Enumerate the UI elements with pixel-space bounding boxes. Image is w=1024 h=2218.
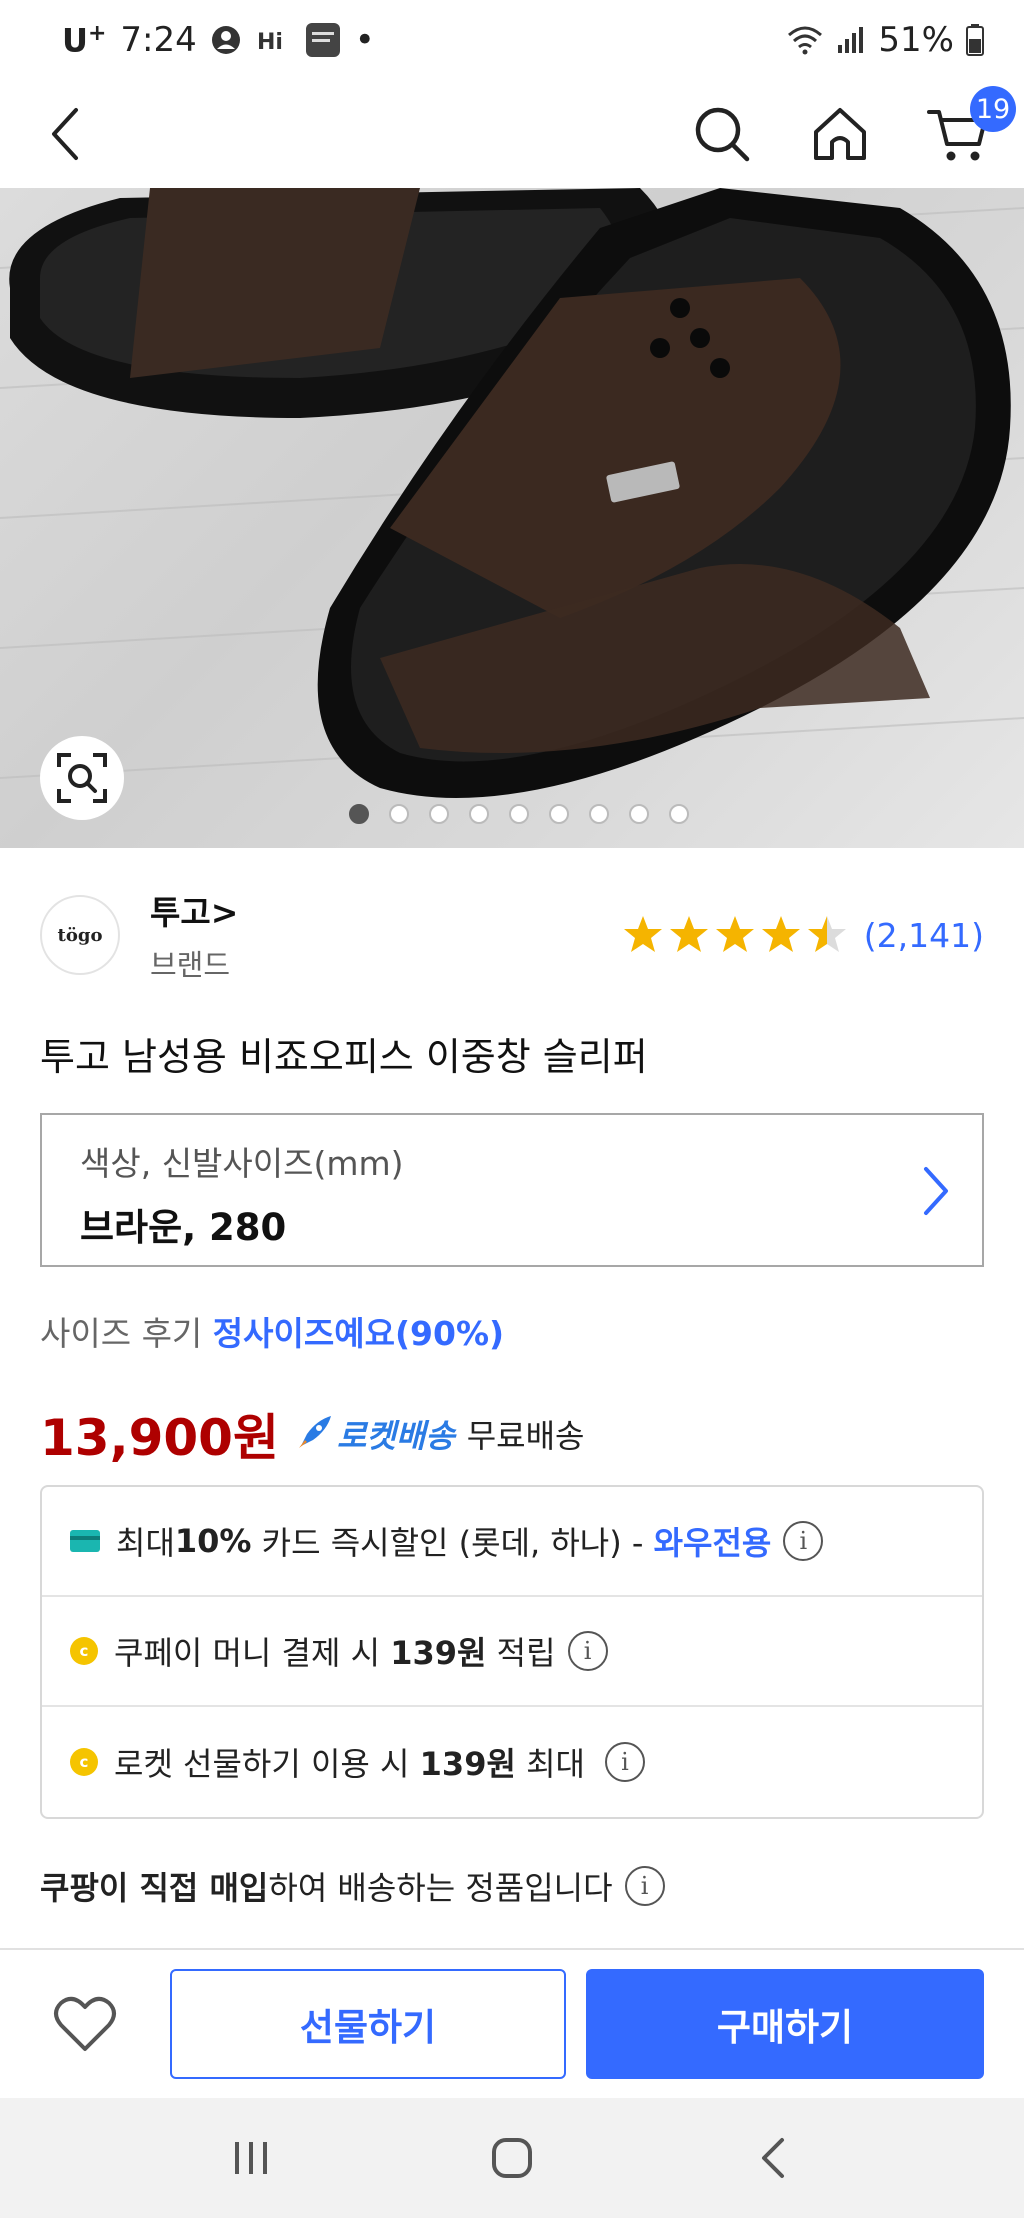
cart-count-badge: 19 xyxy=(970,86,1016,132)
review-count[interactable]: (2,141) xyxy=(864,916,984,955)
home-circle-icon xyxy=(491,2138,532,2178)
info-icon[interactable]: i xyxy=(624,1866,665,1906)
back-chevron-icon xyxy=(762,2138,785,2178)
buy-button[interactable]: 구매하기 xyxy=(586,1969,984,2079)
bottom-action-bar: 선물하기 구매하기 xyxy=(0,1948,1024,2098)
slipper-photo xyxy=(0,188,1024,798)
size-review[interactable]: 사이즈 후기 정사이즈예요(90%) xyxy=(40,1307,504,1355)
recent-apps-icon xyxy=(234,2142,267,2174)
benefit-text: 카드 즉시할인 (롯데, 하나) - xyxy=(251,1524,654,1562)
brand-name-link[interactable]: 투고> xyxy=(150,886,238,934)
hi-icon: Hi xyxy=(255,25,291,55)
benefit-coupay-reward[interactable]: c 쿠페이 머니 결제 시 139원 적립 i xyxy=(42,1597,982,1707)
product-rating[interactable]: (2,141) xyxy=(622,914,984,956)
gallery-pagination xyxy=(0,804,1024,824)
wishlist-button[interactable] xyxy=(40,1979,130,2069)
star-icon xyxy=(669,916,708,952)
option-label: 색상, 신발사이즈(mm) xyxy=(80,1144,404,1183)
carrier-label: U+ xyxy=(62,20,107,60)
home-system-button[interactable] xyxy=(467,2113,557,2203)
benefit-highlight: 10% xyxy=(174,1522,252,1560)
gallery-dot[interactable] xyxy=(469,804,489,824)
benefit-text: 로켓 선물하기 이용 시 xyxy=(114,1745,420,1783)
rocket-delivery-label: 로켓배송 xyxy=(336,1417,455,1455)
direct-purchase-text: 하여 배송하는 정품입니다 xyxy=(268,1869,613,1907)
option-selector[interactable]: 색상, 신발사이즈(mm) 브라운, 280 xyxy=(40,1113,984,1267)
option-value: 브라운, 280 xyxy=(80,1206,287,1249)
benefit-highlight: 139원 xyxy=(390,1634,487,1672)
notification-dot: • xyxy=(354,20,375,60)
heart-icon xyxy=(54,1996,116,2051)
gallery-dot[interactable] xyxy=(509,804,529,824)
gallery-dot[interactable] xyxy=(589,804,609,824)
star-icon xyxy=(807,916,846,952)
gallery-dot[interactable] xyxy=(549,804,569,824)
benefits-box: 최대 10% 카드 즉시할인 (롯데, 하나) - 와우전용 i c 쿠페이 머… xyxy=(40,1485,984,1819)
benefit-highlight: 139원 xyxy=(419,1745,516,1783)
top-nav-header: 19 xyxy=(0,80,1024,188)
credit-card-icon xyxy=(70,1530,100,1552)
rocket-icon xyxy=(298,1416,331,1448)
size-review-value: 정사이즈예요(90%) xyxy=(212,1314,505,1353)
brand-logo[interactable]: tögo xyxy=(40,895,120,975)
benefit-rocket-gift[interactable]: c 로켓 선물하기 이용 시 139원 최대 i xyxy=(42,1707,982,1817)
cart-button[interactable]: 19 xyxy=(922,86,1016,170)
wifi-icon xyxy=(786,25,824,55)
benefit-text: 적립 xyxy=(486,1634,556,1672)
lens-search-icon xyxy=(57,753,107,803)
svg-text:Hi: Hi xyxy=(257,30,283,55)
battery-icon xyxy=(966,24,984,56)
coin-icon: c xyxy=(70,1637,98,1665)
info-icon[interactable]: i xyxy=(567,1631,608,1671)
rocket-delivery-badge: 로켓배송 xyxy=(293,1411,455,1457)
back-system-button[interactable] xyxy=(728,2113,818,2203)
price: 13,900원 xyxy=(40,1409,279,1467)
gallery-dot[interactable] xyxy=(429,804,449,824)
direct-purchase-note: 쿠팡이 직접 매입 하여 배송하는 정품입니다 i xyxy=(40,1863,665,1909)
direct-purchase-bold: 쿠팡이 직접 매입 xyxy=(40,1869,269,1907)
brand-subtitle: 브랜드 xyxy=(150,948,231,982)
free-shipping-label: 무료배송 xyxy=(466,1417,585,1455)
signal-icon xyxy=(836,25,866,55)
gallery-dot[interactable] xyxy=(389,804,409,824)
wow-only-label: 와우전용 xyxy=(653,1524,772,1562)
benefit-text: 최대 xyxy=(515,1745,585,1783)
recent-apps-button[interactable] xyxy=(206,2113,296,2203)
info-icon[interactable]: i xyxy=(604,1742,645,1782)
star-icon xyxy=(623,916,662,952)
account-icon xyxy=(211,25,241,55)
chevron-left-icon xyxy=(52,108,78,160)
gift-button[interactable]: 선물하기 xyxy=(170,1969,566,2079)
status-bar: U+ 7:24 Hi • 51% xyxy=(0,0,1024,80)
clock: 7:24 xyxy=(120,20,197,60)
star-icon xyxy=(715,916,754,952)
benefit-text: 쿠페이 머니 결제 시 xyxy=(114,1634,391,1672)
gallery-dot[interactable] xyxy=(669,804,689,824)
price-row: 13,900원 로켓배송 무료배송 xyxy=(40,1398,584,1470)
coin-icon: c xyxy=(70,1748,98,1776)
chevron-right-icon xyxy=(924,1167,948,1215)
homeplus-app-icon xyxy=(305,22,341,58)
info-icon[interactable]: i xyxy=(783,1521,824,1561)
home-button[interactable] xyxy=(804,98,876,170)
star-icon xyxy=(761,916,800,952)
search-icon xyxy=(695,107,750,162)
system-nav-bar xyxy=(0,2098,1024,2218)
size-review-label: 사이즈 후기 xyxy=(40,1314,203,1353)
benefit-text: 최대 xyxy=(116,1524,175,1562)
rating-stars xyxy=(622,914,848,956)
battery-percent: 51% xyxy=(878,20,954,60)
benefit-card-discount[interactable]: 최대 10% 카드 즉시할인 (롯데, 하나) - 와우전용 i xyxy=(42,1487,982,1597)
product-image[interactable] xyxy=(0,188,1024,848)
product-title: 투고 남성용 비죠오피스 이중창 슬리퍼 xyxy=(40,1035,648,1079)
gallery-dot[interactable] xyxy=(349,804,369,824)
gallery-dot[interactable] xyxy=(629,804,649,824)
brand-row: tögo 투고> 브랜드 (2,141) xyxy=(40,880,984,990)
back-button[interactable] xyxy=(30,98,102,170)
home-icon xyxy=(814,108,866,160)
search-button[interactable] xyxy=(686,98,758,170)
